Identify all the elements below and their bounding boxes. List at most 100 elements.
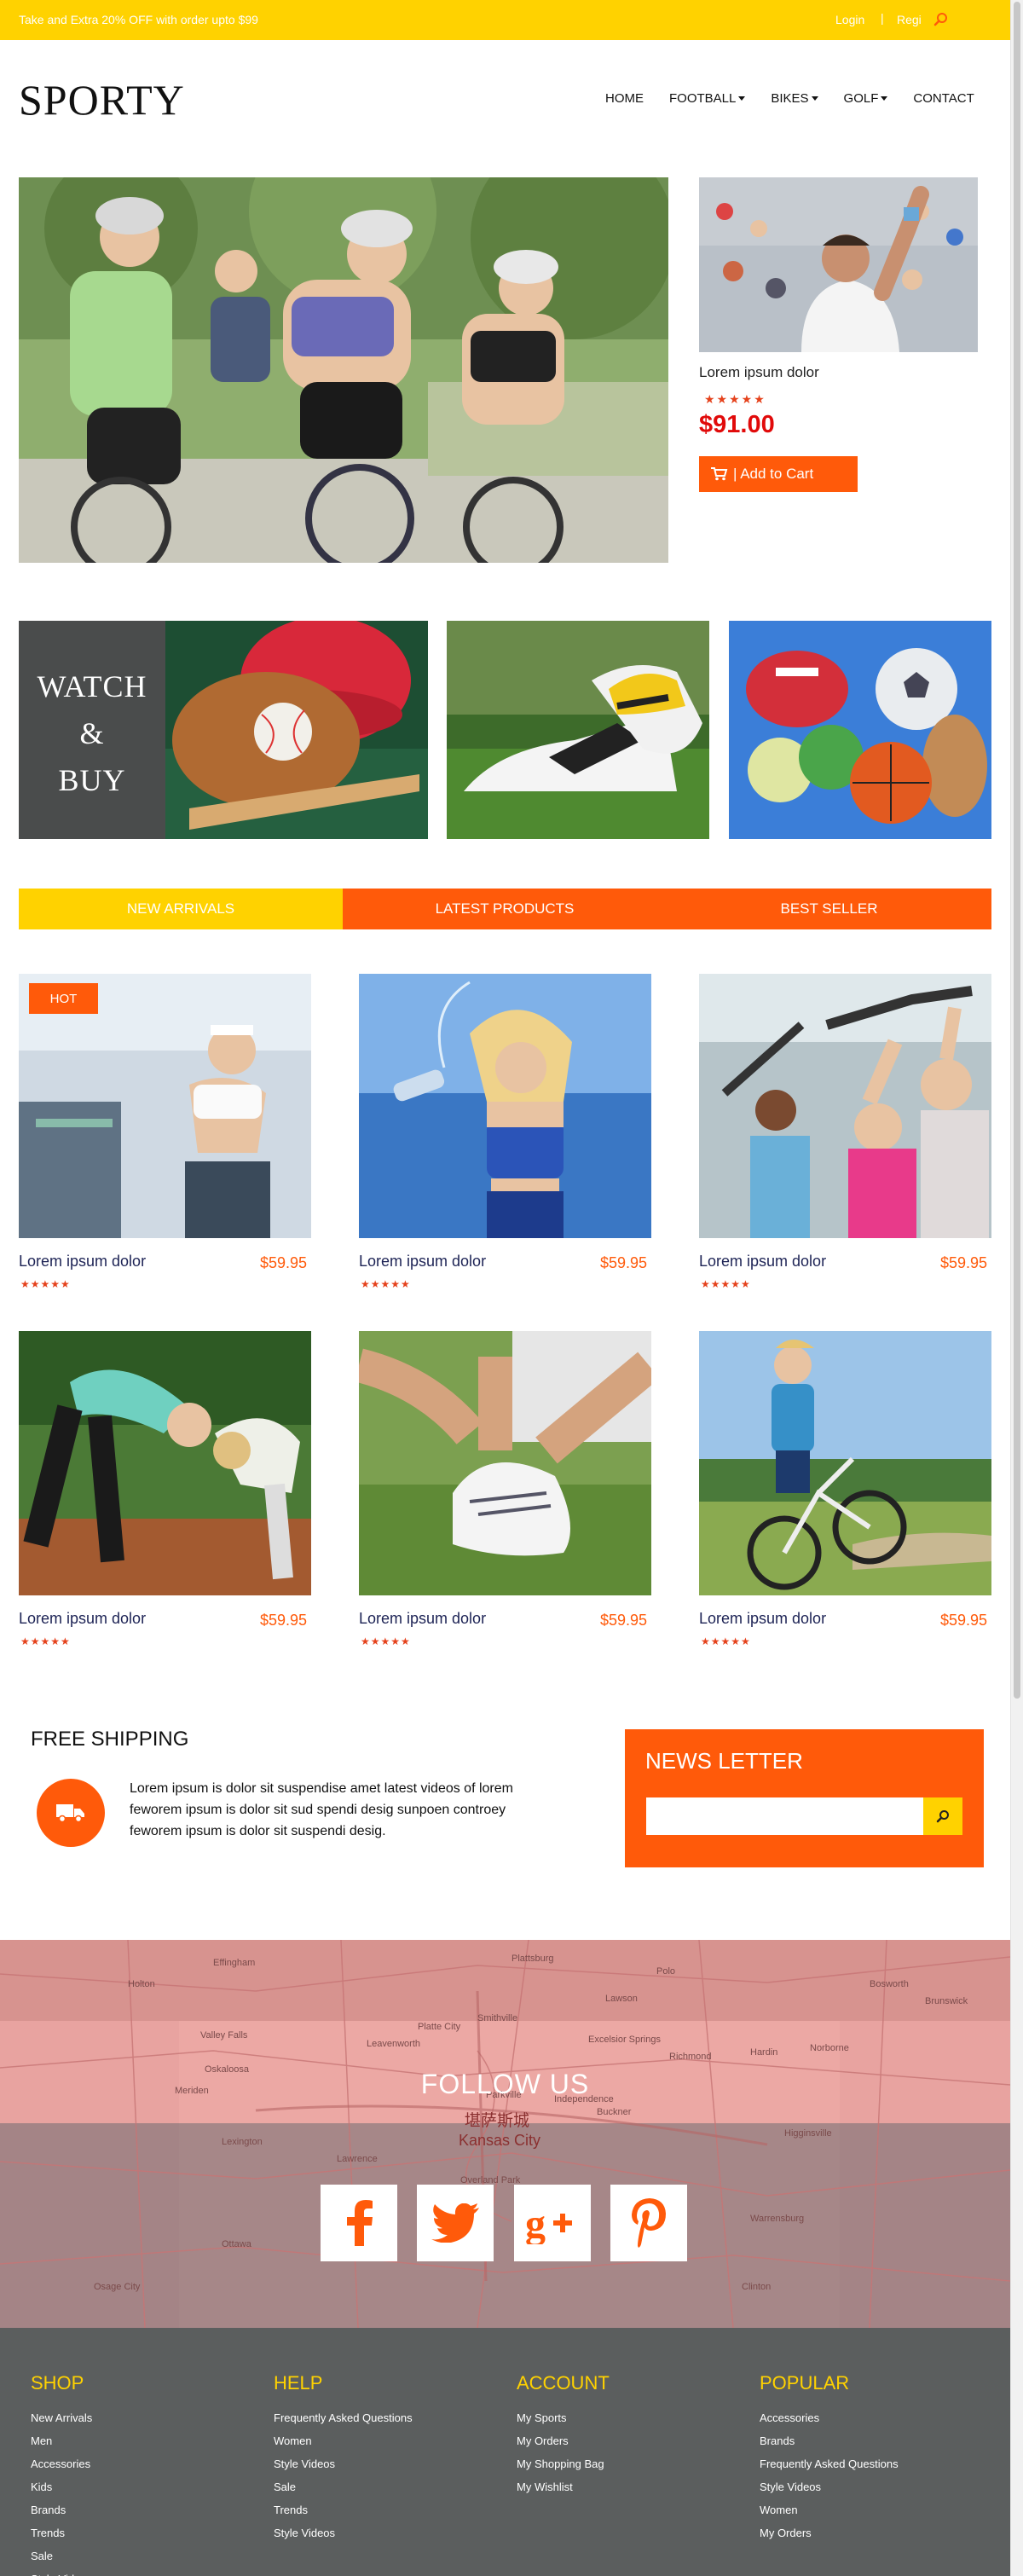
site-logo[interactable]: SPORTY [19,75,185,124]
facebook-icon [347,2200,373,2246]
footer-link[interactable]: Trends [274,2498,413,2521]
footer-link[interactable]: Sale [274,2475,413,2498]
footer-link[interactable]: My Sports [517,2406,610,2429]
watch-text: WATCH [37,669,147,703]
product-name[interactable]: Lorem ipsum dolor [19,1253,146,1271]
product-name[interactable]: Lorem ipsum dolor [359,1253,486,1271]
footer-link[interactable]: Trends [31,2521,92,2544]
promo-text: Take and Extra 20% OFF with order upto $… [19,13,258,26]
map-label: Smithville [477,2013,517,2023]
map-city-label: Kansas City [459,2132,540,2149]
product-tabs: NEW ARRIVALS LATEST PRODUCTS BEST SELLER [19,889,991,929]
pinterest-icon [632,2198,666,2248]
add-to-cart-button[interactable]: | Add to Cart [699,456,858,492]
product-rating: ★★★★★ [361,1635,411,1647]
product-name[interactable]: Lorem ipsum dolor [19,1610,146,1628]
nav-contact[interactable]: CONTACT [913,91,974,106]
footer-link[interactable]: Women [274,2429,413,2452]
featured-product-rating: ★★★★★ [704,392,766,406]
map-label: Lawson [605,1994,638,2004]
nav-home[interactable]: HOME [605,91,644,106]
map-city-label-cn: 堪萨斯城 [465,2111,529,2130]
scrollbar-thumb[interactable] [1014,2,1020,1699]
tab-new-arrivals[interactable]: NEW ARRIVALS [19,889,343,929]
topbar-separator: | [881,11,884,25]
product-price: $59.95 [260,1254,308,1271]
footer-link[interactable]: Brands [31,2498,92,2521]
map-label: Lexington [222,2137,263,2147]
watch-and-buy-box[interactable]: WATCH & BUY [19,621,165,839]
product-image-water-bottle[interactable] [359,974,651,1238]
footer-link[interactable]: Frequently Asked Questions [274,2406,413,2429]
footer-link[interactable]: Women [760,2498,899,2521]
map-label: Richmond [669,2052,712,2062]
nav-label: CONTACT [913,91,974,106]
footer-link[interactable]: Style Videos [274,2452,413,2475]
free-shipping-title: FREE SHIPPING [31,1728,189,1751]
tab-latest-products[interactable]: LATEST PRODUCTS [343,889,667,929]
nav-label: BIKES [771,91,809,106]
footer-column-account: ACCOUNT My Sports My Orders My Shopping … [517,2372,610,2498]
google-plus-button[interactable]: g [514,2185,591,2261]
facebook-button[interactable] [321,2185,397,2261]
footer-link[interactable]: My Orders [517,2429,610,2452]
map-label: Hardin [750,2047,777,2058]
footer-link[interactable]: New Arrivals [31,2406,92,2429]
product-name[interactable]: Lorem ipsum dolor [699,1610,826,1628]
caret-down-icon [738,96,746,101]
footer-link[interactable]: Accessories [31,2452,92,2475]
register-link[interactable]: Regi [897,13,922,26]
sports-balls-image[interactable] [729,621,991,839]
free-shipping-text: Lorem ipsum is dolor sit suspendise amet… [130,1781,513,1838]
featured-product-image[interactable] [699,177,978,352]
twitter-icon [431,2203,479,2243]
footer-link[interactable]: Style Videos [31,2567,92,2576]
footer-link[interactable]: Style Videos [760,2475,899,2498]
newsletter-email-input[interactable] [646,1797,923,1835]
product-price: $59.95 [260,1612,308,1629]
footer-link[interactable]: Men [31,2429,92,2452]
footer-heading: SHOP [31,2372,84,2394]
buy-text: BUY [58,763,126,797]
footer-column-help: HELP Frequently Asked Questions Women St… [274,2372,413,2544]
top-promo-bar: Take and Extra 20% OFF with order upto $… [0,0,1010,40]
hero-cyclists-image[interactable] [19,177,668,563]
footer-link[interactable]: Style Videos [274,2521,413,2544]
map-label: Clinton [742,2282,771,2292]
twitter-button[interactable] [417,2185,494,2261]
nav-football[interactable]: FOOTBALL [669,91,746,106]
product-image-mountain-bike[interactable] [699,1331,991,1595]
caret-down-icon [881,96,888,101]
footer-link[interactable]: My Wishlist [517,2475,610,2498]
map-label: Bosworth [870,1979,909,1989]
product-name[interactable]: Lorem ipsum dolor [359,1610,486,1628]
product-name[interactable]: Lorem ipsum dolor [699,1253,826,1271]
nav-bikes[interactable]: BIKES [771,91,818,106]
product-image-stretching[interactable] [19,1331,311,1595]
map-label: Ottawa [222,2239,252,2249]
hot-badge: HOT [29,983,98,1014]
search-icon[interactable] [933,12,949,27]
footer-column-popular: POPULAR Accessories Brands Frequently As… [760,2372,899,2544]
product-rating: ★★★★★ [20,1278,71,1290]
footer-link[interactable]: My Shopping Bag [517,2452,610,2475]
product-image-gym-women[interactable] [699,974,991,1238]
footer-link[interactable]: Frequently Asked Questions [760,2452,899,2475]
footer-link[interactable]: Sale [31,2544,92,2567]
vertical-scrollbar[interactable] [1010,0,1023,2576]
football-boots-image[interactable] [447,621,709,839]
tab-best-seller[interactable]: BEST SELLER [667,889,991,929]
footer-link[interactable]: Accessories [760,2406,899,2429]
footer-link[interactable]: Brands [760,2429,899,2452]
login-link[interactable]: Login [835,13,864,26]
footer-link[interactable]: My Orders [760,2521,899,2544]
newsletter-submit-button[interactable] [923,1797,962,1835]
footer-link[interactable]: Kids [31,2475,92,2498]
product-image-shoelace[interactable] [359,1331,651,1595]
pinterest-button[interactable] [610,2185,687,2261]
featured-product-name[interactable]: Lorem ipsum dolor [699,364,819,381]
svg-text:g: g [525,2202,546,2244]
product-rating: ★★★★★ [701,1635,751,1647]
nav-golf[interactable]: GOLF [844,91,888,106]
map-label: Platte City [418,2022,461,2032]
